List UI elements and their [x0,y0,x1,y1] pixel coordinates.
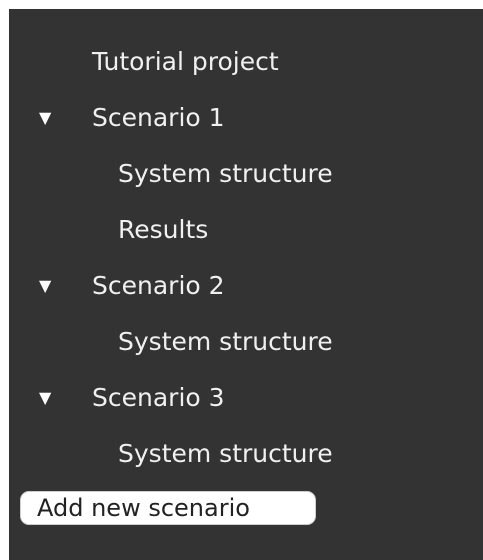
expand-triangle-icon[interactable]: ▼ [39,388,92,407]
scenario-label: Scenario 2 [92,270,225,300]
child-label: System structure [118,438,333,468]
add-new-scenario-button[interactable]: Add new scenario [20,491,316,525]
scenario-label: Scenario 1 [92,102,225,132]
tree-item-scenario-2[interactable]: ▼ Scenario 2 [39,265,225,305]
child-label: System structure [118,326,333,356]
child-label: System structure [118,158,333,188]
project-tree-panel: Tutorial project ▼ Scenario 1 System str… [9,9,483,560]
child-label: Results [118,214,209,244]
tree-item-scenario-2-system-structure[interactable]: System structure [118,321,333,361]
tree-item-scenario-1[interactable]: ▼ Scenario 1 [39,97,225,137]
tree-item-scenario-1-system-structure[interactable]: System structure [118,153,333,193]
expand-triangle-icon[interactable]: ▼ [39,108,92,127]
tree-item-scenario-3[interactable]: ▼ Scenario 3 [39,377,225,417]
expand-triangle-icon[interactable]: ▼ [39,276,92,295]
tree-item-scenario-1-results[interactable]: Results [118,209,208,249]
tree-item-scenario-3-system-structure[interactable]: System structure [118,433,333,473]
tree-item-tutorial-project[interactable]: Tutorial project [92,41,279,81]
project-label: Tutorial project [92,46,279,76]
scenario-label: Scenario 3 [92,382,225,412]
